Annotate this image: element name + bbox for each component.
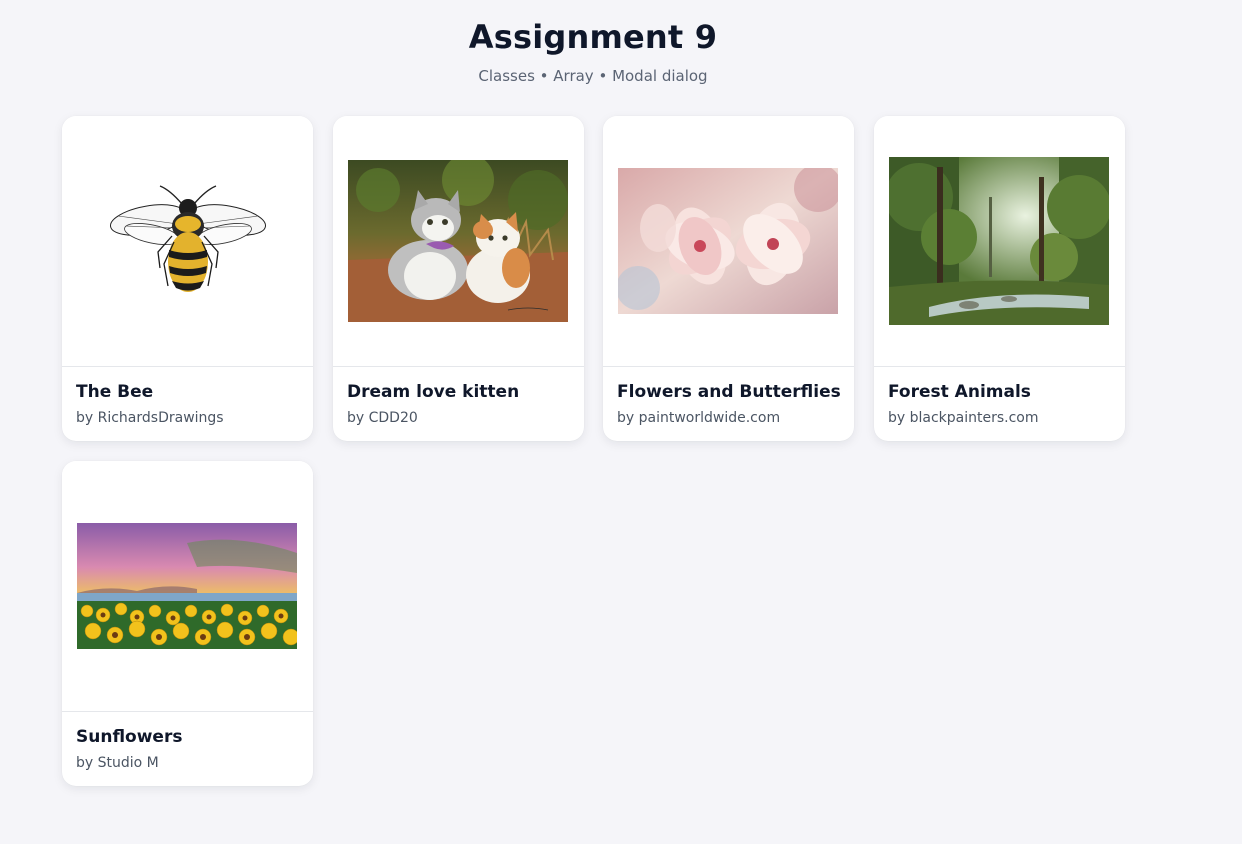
card-title: The Bee (76, 382, 154, 402)
gallery-card-flowers-and-butterflies[interactable]: Flowers and Butterflies by paintworldwid… (603, 116, 854, 441)
card-title: Flowers and Butterflies (617, 382, 841, 402)
card-author: by CDD20 (347, 410, 418, 426)
card-title: Forest Animals (888, 382, 1031, 402)
card-author: by RichardsDrawings (76, 410, 224, 426)
gallery-card-dream-love-kitten[interactable]: Dream love kitten by CDD20 (333, 116, 584, 441)
card-author: by paintworldwide.com (617, 410, 781, 426)
card-author: by Studio M (76, 755, 159, 771)
page-title: Assignment 9 (468, 18, 718, 56)
card-thumbnail[interactable] (62, 461, 313, 712)
gallery-card-sunflowers[interactable]: Sunflowers by Studio M (62, 461, 313, 786)
card-thumbnail[interactable] (603, 116, 854, 367)
bee-drawing-image (109, 185, 267, 292)
kittens-painting-image (348, 160, 568, 322)
card-author: by blackpainters.com (888, 410, 1039, 426)
card-title: Dream love kitten (347, 382, 520, 402)
pink-flowers-watercolor-image (618, 168, 838, 314)
forest-painting-image (889, 157, 1109, 325)
card-title: Sunflowers (76, 727, 183, 747)
gallery-card-the-bee[interactable]: The Bee by RichardsDrawings (62, 116, 313, 441)
sunflower-field-painting-image (77, 523, 297, 649)
page-subtitle: Classes • Array • Modal dialog (478, 67, 708, 85)
card-thumbnail[interactable] (62, 116, 313, 367)
card-thumbnail[interactable] (333, 116, 584, 367)
card-thumbnail[interactable] (874, 116, 1125, 367)
gallery-card-forest-animals[interactable]: Forest Animals by blackpainters.com (874, 116, 1125, 441)
